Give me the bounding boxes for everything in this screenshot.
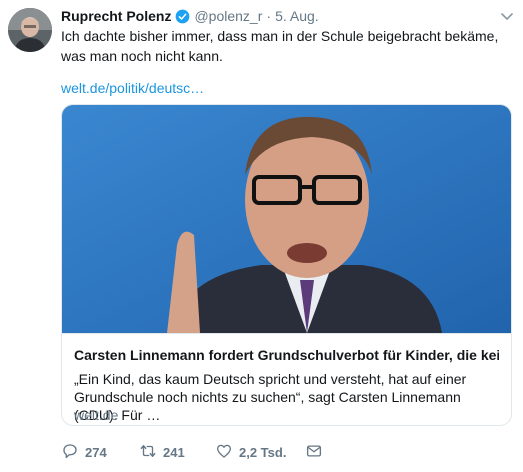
card-domain: welt.de — [74, 407, 119, 423]
retweet-count: 241 — [163, 444, 185, 460]
tweet-text: Ich dachte bisher immer, dass man in der… — [61, 28, 499, 64]
retweet-button[interactable]: 241 — [139, 442, 215, 463]
link-preview-card[interactable]: Carsten Linnemann fordert Grundschulverb… — [61, 104, 512, 426]
like-button[interactable]: 2,2 Tsd. — [215, 442, 305, 463]
reply-count: 274 — [85, 444, 107, 460]
direct-message-button[interactable] — [305, 442, 323, 463]
chevron-down-icon[interactable] — [499, 8, 515, 24]
verified-badge-icon — [175, 9, 190, 24]
separator: · — [266, 8, 272, 24]
reply-button[interactable]: 274 — [61, 442, 139, 463]
reply-icon — [61, 442, 79, 463]
tweet[interactable]: Ruprecht Polenz @polenz_r · 5. Aug. Ich … — [0, 0, 523, 472]
retweet-icon — [139, 442, 157, 463]
tweet-actions: 274 241 2,2 Tsd. — [61, 442, 323, 462]
heart-icon — [215, 442, 233, 463]
mail-icon — [305, 442, 323, 463]
card-body[interactable]: Carsten Linnemann fordert Grundschulverb… — [62, 333, 511, 425]
avatar[interactable] — [8, 8, 52, 52]
tweet-date[interactable]: 5. Aug. — [275, 8, 319, 24]
card-description: „Ein Kind, das kaum Deutsch spricht und … — [74, 371, 467, 423]
tweet-link[interactable]: welt.de/politik/deutsc… — [61, 78, 204, 98]
author-handle[interactable]: @polenz_r — [194, 8, 262, 24]
tweet-header: Ruprecht Polenz @polenz_r · 5. Aug. — [61, 6, 493, 26]
author-name[interactable]: Ruprecht Polenz — [61, 8, 171, 24]
card-image[interactable] — [62, 105, 511, 333]
card-title: Carsten Linnemann fordert Grundschulverb… — [74, 347, 499, 363]
like-count: 2,2 Tsd. — [239, 444, 287, 460]
